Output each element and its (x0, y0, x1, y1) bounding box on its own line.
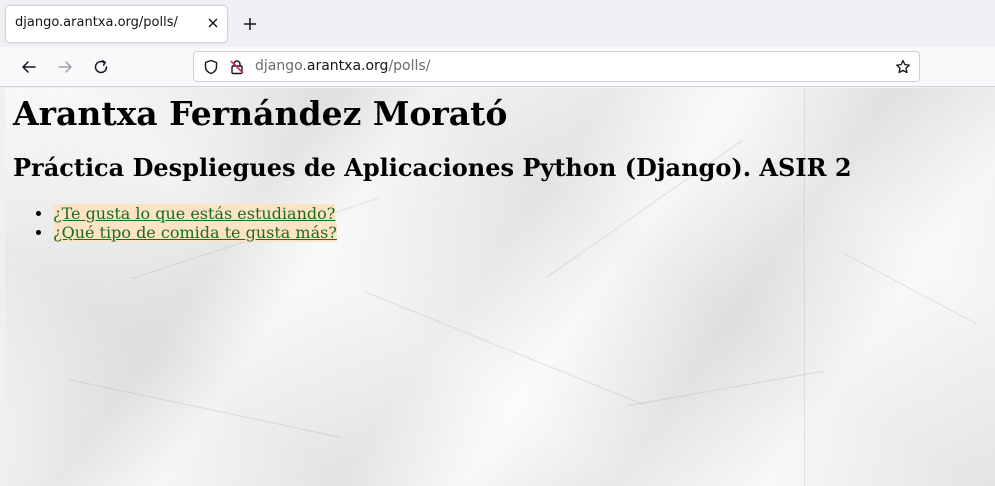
tab-title: django.arantxa.org/polls/ (15, 15, 178, 30)
url-path: /polls/ (388, 58, 431, 74)
url-domain: arantxa.org (306, 58, 389, 74)
poll-link[interactable]: ¿Qué tipo de comida te gusta más? (53, 223, 337, 242)
url-prefix: django. (255, 58, 307, 74)
reload-icon[interactable] (87, 53, 115, 81)
page-viewport: Arantxa Fernández Morató Práctica Despli… (5, 88, 995, 486)
list-item: ¿Qué tipo de comida te gusta más? (53, 223, 337, 242)
paper-texture (843, 252, 977, 325)
shield-icon[interactable] (202, 58, 220, 76)
poll-list: ¿Te gusta lo que estás estudiando? ¿Qué … (13, 204, 337, 242)
page-title: Arantxa Fernández Morató (13, 94, 508, 133)
star-icon[interactable] (894, 58, 912, 76)
navigation-bar: django.arantxa.org/polls/ (0, 47, 995, 87)
paper-texture (626, 370, 824, 407)
arrow-right-icon[interactable] (51, 53, 79, 81)
tab-bar: django.arantxa.org/polls/ (0, 0, 995, 47)
url-bar[interactable]: django.arantxa.org/polls/ (193, 51, 920, 82)
browser-tab[interactable]: django.arantxa.org/polls/ (6, 6, 227, 42)
plus-icon[interactable] (238, 12, 262, 36)
insecure-lock-icon[interactable] (228, 58, 246, 76)
paper-texture (365, 291, 645, 406)
paper-texture (67, 378, 343, 439)
poll-link[interactable]: ¿Te gusta lo que estás estudiando? (53, 204, 336, 223)
page-subtitle: Práctica Despliegues de Aplicaciones Pyt… (13, 153, 852, 182)
close-icon[interactable] (204, 14, 222, 32)
arrow-left-icon[interactable] (15, 53, 43, 81)
url-text[interactable]: django.arantxa.org/polls/ (255, 58, 430, 74)
paper-fold (804, 88, 806, 486)
list-item: ¿Te gusta lo que estás estudiando? (53, 204, 337, 223)
